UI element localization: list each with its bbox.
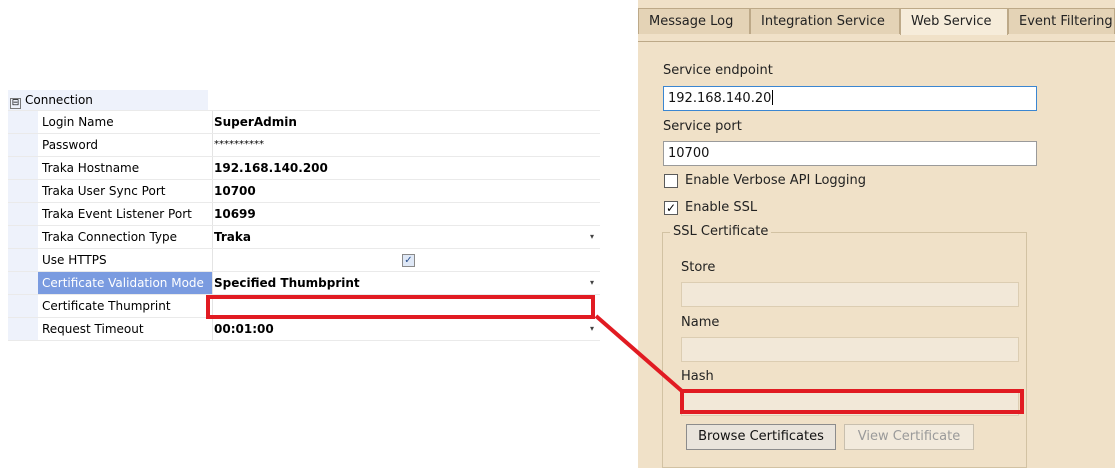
connector-line (594, 314, 685, 394)
highlight-connector-line (594, 314, 685, 394)
tab-web-service[interactable]: Web Service (900, 8, 1008, 35)
